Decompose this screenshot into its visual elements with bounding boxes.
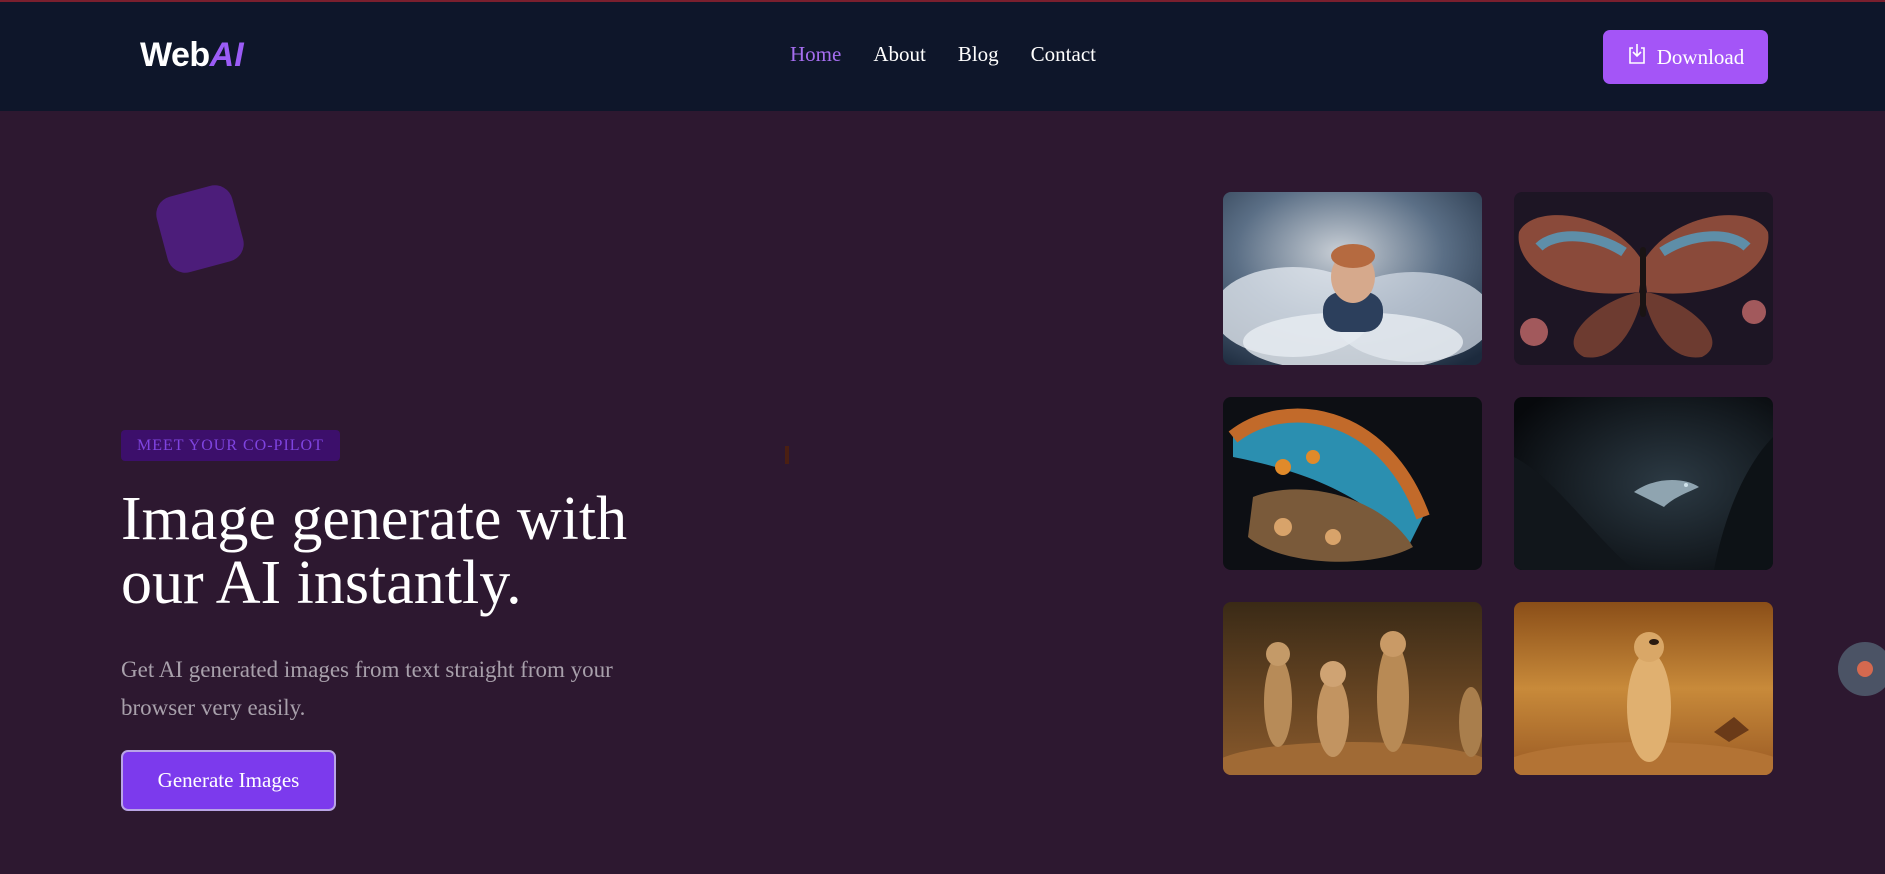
nav-link-contact[interactable]: Contact	[1031, 42, 1096, 67]
gallery-image-butterfly-flowers[interactable]	[1514, 192, 1773, 365]
logo-text: Web	[140, 35, 210, 74]
hero-title: Image generate with our AI instantly.	[121, 487, 741, 615]
navbar: Web AI Home About Blog Contact Download	[0, 2, 1885, 111]
floating-action-button[interactable]	[1838, 642, 1885, 696]
download-button[interactable]: Download	[1603, 30, 1768, 84]
decorative-shape	[152, 181, 248, 277]
record-dot-icon	[1857, 661, 1873, 677]
main-nav: Home About Blog Contact	[790, 42, 1096, 67]
download-label: Download	[1656, 44, 1745, 69]
logo-ai-mark: AI	[209, 35, 244, 74]
nav-link-home[interactable]: Home	[790, 42, 841, 67]
hero-badge: MEET YOUR CO-PILOT	[121, 430, 340, 461]
logo[interactable]: Web AI	[140, 35, 244, 75]
gallery-image-meerkat-family[interactable]	[1223, 602, 1482, 775]
hero-title-line-2: our AI instantly.	[121, 549, 522, 617]
gallery-image-butterfly-wing[interactable]	[1223, 397, 1482, 570]
hero-title-line-1: Image generate with	[121, 485, 628, 553]
generate-images-button[interactable]: Generate Images	[121, 750, 336, 811]
gallery-image-boy-clouds[interactable]	[1223, 192, 1482, 365]
nav-link-about[interactable]: About	[873, 42, 926, 67]
decorative-mark	[785, 446, 789, 464]
hero-subtitle: Get AI generated images from text straig…	[121, 657, 613, 720]
image-gallery	[1223, 192, 1773, 775]
gallery-image-dragon-cave[interactable]	[1514, 397, 1773, 570]
download-icon	[1627, 43, 1647, 71]
nav-link-blog[interactable]: Blog	[958, 42, 999, 67]
gallery-image-standing-meerkat[interactable]	[1514, 602, 1773, 775]
